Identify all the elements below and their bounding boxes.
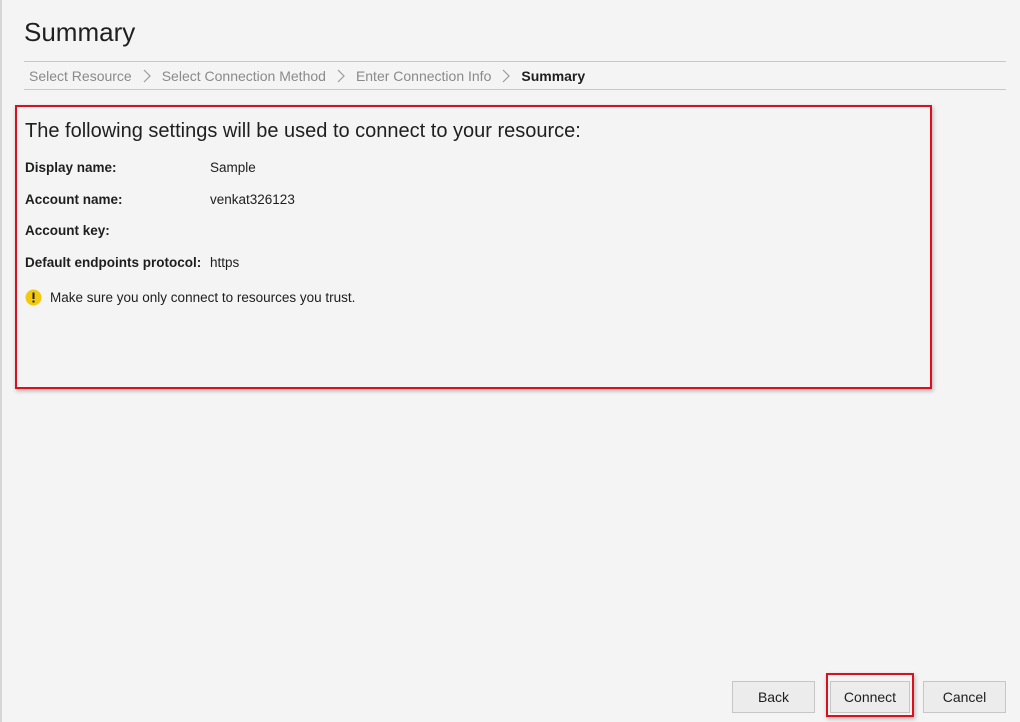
page-title: Summary xyxy=(24,17,136,47)
display-name-label: Display name: xyxy=(25,159,117,175)
account-name-value: venkat326123 xyxy=(210,191,295,207)
chevron-right-icon xyxy=(491,69,521,83)
display-name-row: Display name: Sample xyxy=(25,158,256,176)
breadcrumb: Select Resource Select Connection Method… xyxy=(29,66,585,86)
endpoints-protocol-value: https xyxy=(210,254,240,270)
trust-warning-text: Make sure you only connect to resources … xyxy=(50,290,356,305)
account-key-row: Account key: xyxy=(25,221,210,239)
connect-button[interactable]: Connect xyxy=(830,681,910,713)
back-button[interactable]: Back xyxy=(732,681,815,713)
chevron-right-icon xyxy=(326,69,356,83)
settings-highlight-box xyxy=(15,105,932,389)
breadcrumb-step-select-connection-method[interactable]: Select Connection Method xyxy=(162,68,326,84)
warning-icon xyxy=(25,289,42,306)
breadcrumb-bottom-divider xyxy=(24,89,1006,90)
trust-warning: Make sure you only connect to resources … xyxy=(25,289,355,306)
breadcrumb-top-divider xyxy=(24,61,1006,62)
chevron-right-icon xyxy=(132,69,162,83)
breadcrumb-step-select-resource[interactable]: Select Resource xyxy=(29,68,132,84)
breadcrumb-step-summary: Summary xyxy=(521,68,586,84)
summary-heading: The following settings will be used to c… xyxy=(25,120,581,142)
account-name-row: Account name: venkat326123 xyxy=(25,190,295,208)
endpoints-protocol-label: Default endpoints protocol: xyxy=(25,254,202,270)
display-name-value: Sample xyxy=(210,159,256,175)
account-name-label: Account name: xyxy=(25,191,123,207)
breadcrumb-step-enter-connection-info[interactable]: Enter Connection Info xyxy=(356,68,491,84)
endpoints-protocol-row: Default endpoints protocol: https xyxy=(25,253,239,271)
account-key-label: Account key: xyxy=(25,222,110,238)
cancel-button[interactable]: Cancel xyxy=(923,681,1006,713)
window-edge xyxy=(0,0,2,722)
connect-dialog-page: Summary Select Resource Select Connectio… xyxy=(0,0,1020,722)
